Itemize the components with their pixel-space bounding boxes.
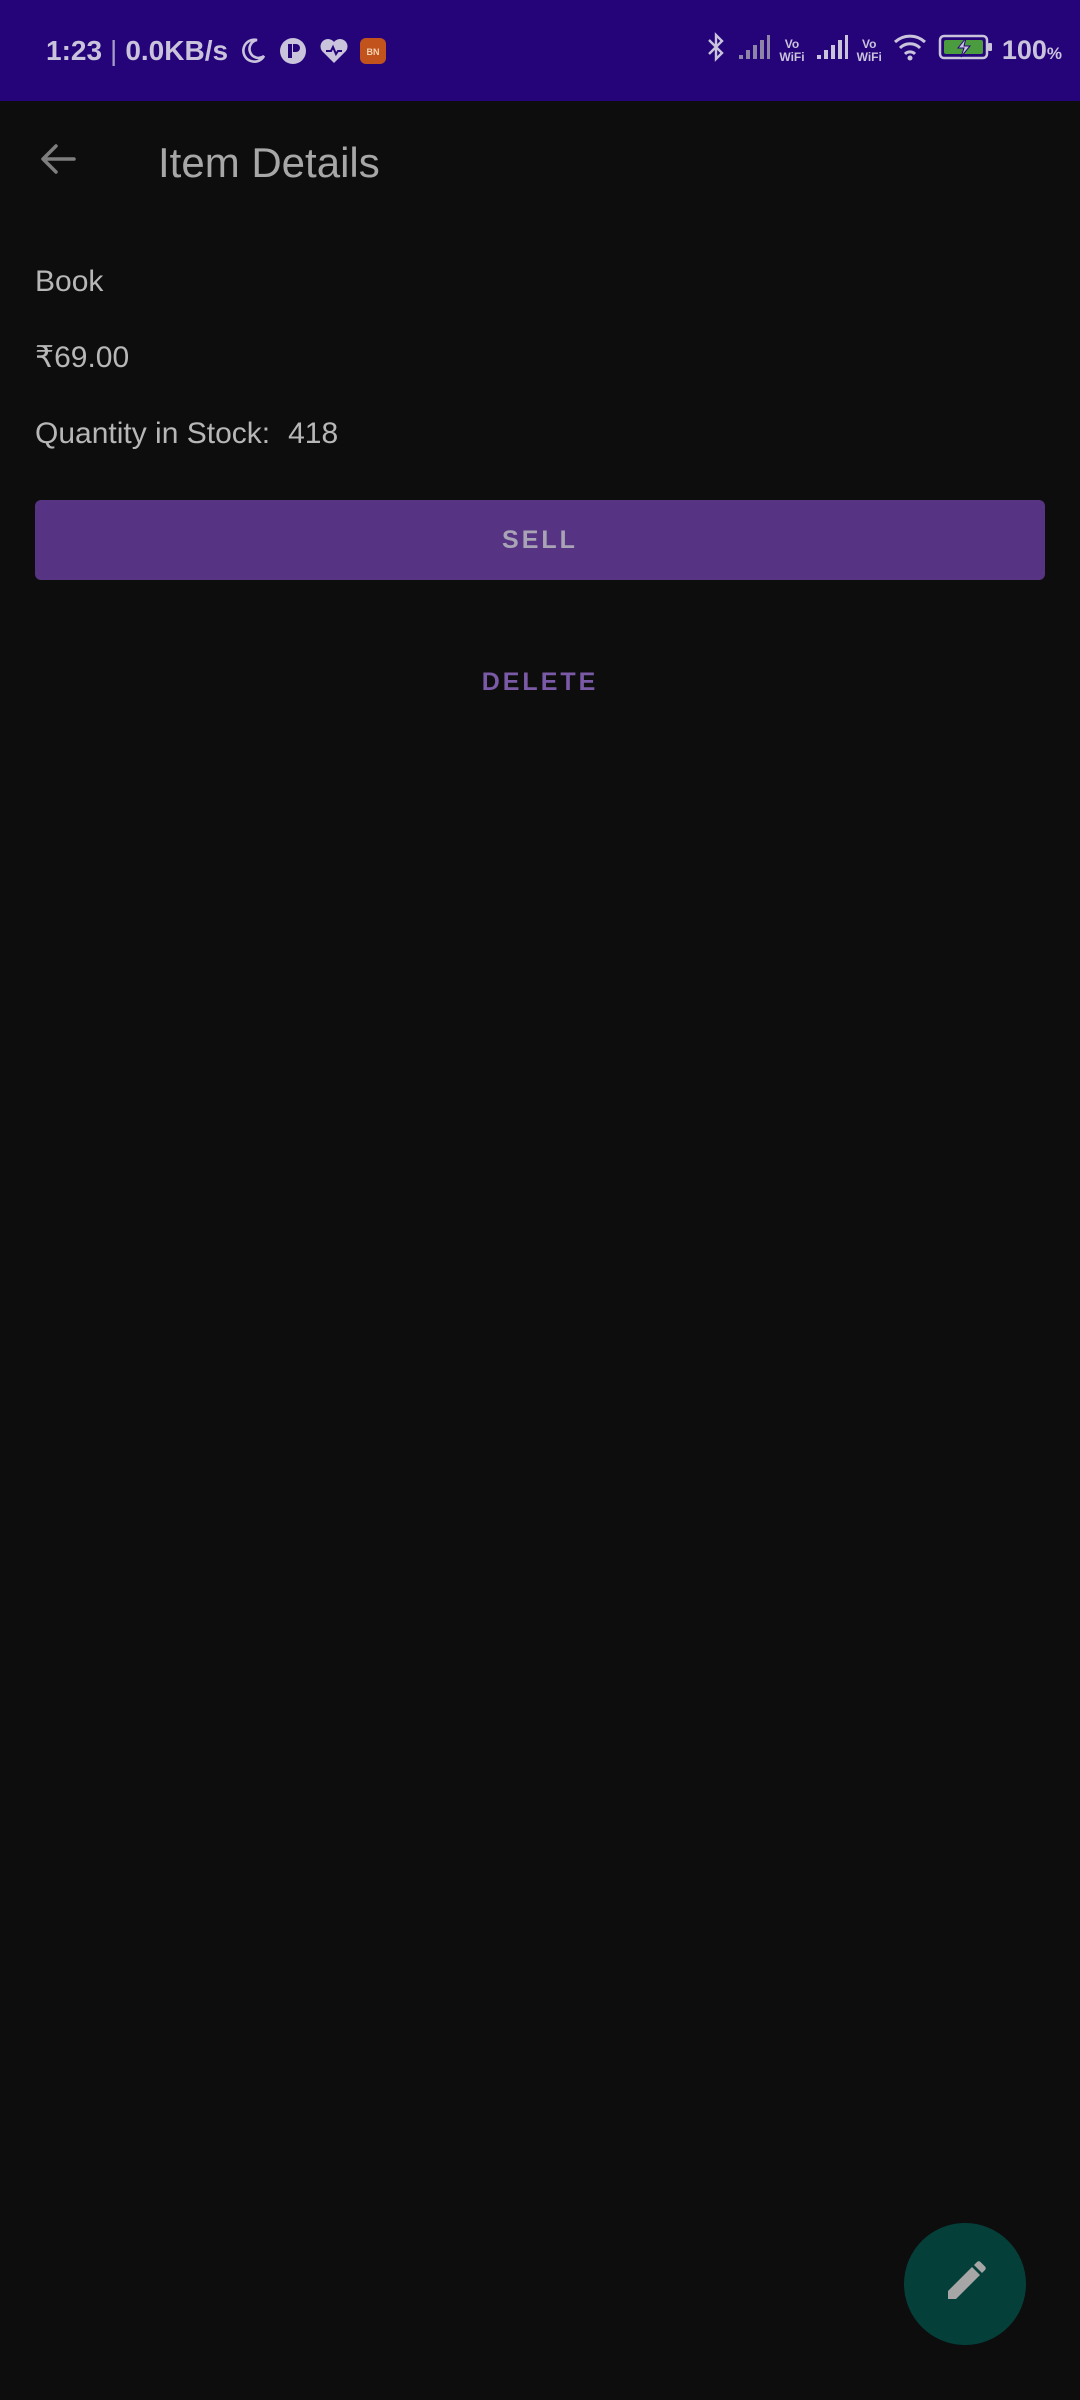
status-bar: 1:23 | 0.0KB/s BN Vo WiFi Vo WiFi 100% (0, 0, 1080, 101)
item-stock: Quantity in Stock: 418 (35, 416, 338, 452)
signal-icon (815, 33, 849, 68)
wifi-icon (892, 32, 928, 69)
vowifi-indicator-2: Vo WiFi (856, 36, 882, 64)
item-details-screen: 1:23 | 0.0KB/s BN Vo WiFi Vo WiFi 100% I… (0, 0, 1080, 2400)
stock-value: 418 (288, 417, 339, 450)
network-speed: 0.0KB/s (125, 34, 229, 66)
battery-unit: % (1046, 44, 1062, 63)
bluetooth-icon (705, 31, 727, 70)
moon-icon (238, 36, 268, 66)
battery-value: 100 (1001, 35, 1047, 65)
status-time: 1:23 (46, 34, 103, 66)
signal-icon (737, 33, 771, 68)
vowifi-1-top: Vo (784, 36, 800, 51)
back-button[interactable] (26, 129, 90, 193)
item-price: ₹69.00 (35, 341, 130, 374)
heart-icon (318, 36, 348, 66)
sell-button[interactable]: SELL (35, 500, 1045, 580)
battery-percentage: 100% (1002, 35, 1062, 66)
vowifi-2-bottom: WiFi (856, 49, 882, 64)
status-separator: | (110, 34, 118, 66)
edit-fab-button[interactable] (904, 2223, 1026, 2345)
vowifi-indicator-1: Vo WiFi (779, 36, 805, 64)
app-bar: Item Details (0, 101, 1080, 231)
status-bar-left: 1:23 | 0.0KB/s BN (46, 0, 388, 101)
svg-text:BN: BN (367, 47, 380, 57)
app-badge-icon: BN (358, 36, 388, 66)
battery-charging-icon (938, 32, 994, 69)
vowifi-1-bottom: WiFi (779, 49, 805, 64)
arrow-back-icon (38, 139, 78, 184)
status-bar-right: Vo WiFi Vo WiFi 100% (695, 0, 1062, 101)
app-notification-icon (278, 36, 308, 66)
delete-button[interactable]: DELETE (390, 646, 690, 718)
stock-label: Quantity in Stock: (35, 417, 271, 450)
item-name: Book (35, 265, 104, 298)
pencil-icon (942, 2259, 988, 2310)
vowifi-2-top: Vo (861, 36, 877, 51)
page-title: Item Details (158, 139, 380, 186)
